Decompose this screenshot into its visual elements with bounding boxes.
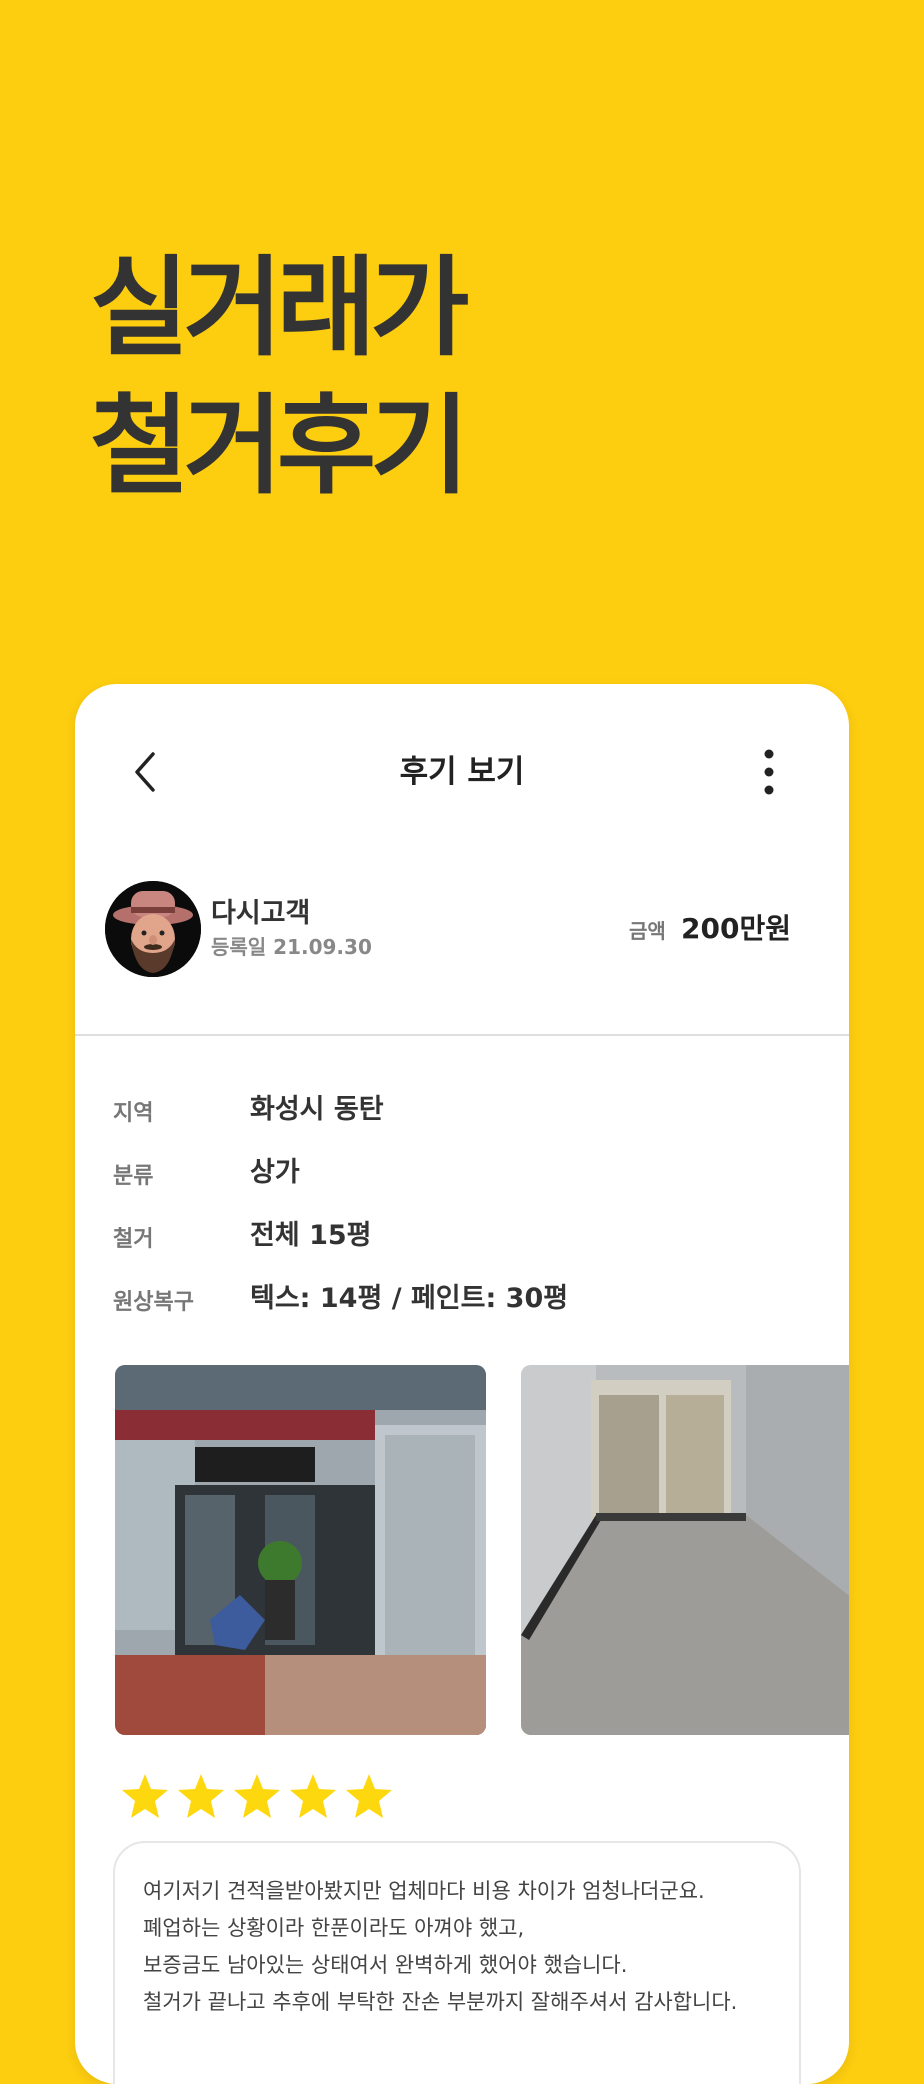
review-photo[interactable]	[115, 1365, 486, 1735]
detail-row-restoration: 원상복구 텍스: 14평 / 페인트: 30평	[113, 1276, 813, 1316]
star-rating	[120, 1771, 400, 1827]
star-icon	[122, 1774, 168, 1818]
amount-label: 금액	[629, 919, 666, 943]
star-icon	[178, 1774, 224, 1818]
star-icon	[290, 1774, 336, 1818]
top-bar: 후기 보기	[75, 684, 849, 854]
avatar	[105, 881, 201, 977]
star-icon	[346, 1774, 392, 1818]
headline-line-2: 철거후기	[90, 384, 469, 509]
reviewer-profile: 다시고객 등록일 21.09.30 금액 200만원	[105, 881, 819, 981]
review-text-box: 여기저기 견적을받아봤지만 업체마다 비용 차이가 엄청나더군요. 폐업하는 상…	[113, 1841, 801, 2084]
divider	[75, 1034, 849, 1036]
detail-label: 분류	[113, 1164, 154, 1189]
detail-row-region: 지역 화성시 동탄	[113, 1087, 813, 1127]
review-line: 철거가 끝나고 추후에 부탁한 잔손 부분까지 잘해주셔서 감사합니다.	[143, 1990, 738, 2014]
review-card: 후기 보기 다시고객 등록일 21.09.30 금액 200만원 지역 화성시 …	[75, 684, 849, 2084]
detail-label: 원상복구	[113, 1290, 194, 1315]
detail-row-category: 분류 상가	[113, 1150, 813, 1190]
detail-value: 화성시 동탄	[250, 1094, 384, 1125]
detail-value: 텍스: 14평 / 페인트: 30평	[250, 1283, 569, 1314]
review-photo[interactable]	[521, 1365, 849, 1735]
star-icon	[234, 1774, 280, 1818]
review-line: 여기저기 견적을받아봤지만 업체마다 비용 차이가 엄청나더군요.	[143, 1879, 705, 1903]
review-line: 폐업하는 상황이라 한푼이라도 아껴야 했고,	[143, 1916, 525, 1940]
detail-label: 철거	[113, 1227, 154, 1252]
more-options-button[interactable]	[749, 742, 789, 802]
page-title: 후기 보기	[399, 754, 525, 790]
detail-row-demolition: 철거 전체 15평	[113, 1213, 813, 1253]
reviewer-name: 다시고객	[211, 898, 311, 929]
detail-value: 상가	[250, 1157, 300, 1188]
review-date: 등록일 21.09.30	[211, 935, 372, 959]
headline-line-1: 실거래가	[90, 246, 469, 371]
detail-label: 지역	[113, 1101, 154, 1126]
headline: 실거래가 철거후기	[90, 240, 469, 516]
vertical-dots-icon	[764, 749, 774, 795]
detail-value: 전체 15평	[250, 1220, 372, 1251]
review-line: 보증금도 남아있는 상태여서 완벽하게 했어야 했습니다.	[143, 1953, 628, 1977]
amount-value: 200만원	[681, 912, 791, 945]
